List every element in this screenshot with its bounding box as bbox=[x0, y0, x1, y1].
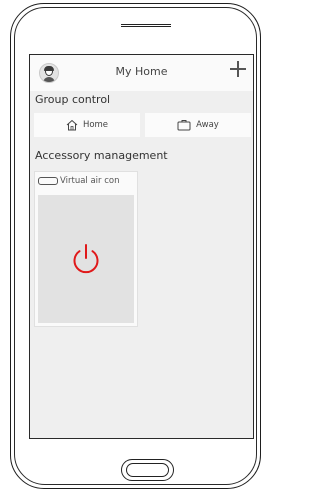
home-icon bbox=[66, 119, 78, 131]
app-screen: My Home Group control Home Away Accessor… bbox=[29, 54, 254, 439]
page-title: My Home bbox=[115, 65, 168, 78]
speaker-grille bbox=[121, 24, 171, 27]
device-card[interactable]: Virtual air con bbox=[34, 171, 138, 327]
hardware-home-button[interactable] bbox=[121, 459, 174, 481]
power-icon[interactable] bbox=[70, 242, 102, 276]
home-mode-button[interactable]: Home bbox=[34, 113, 140, 137]
group-control-label: Group control bbox=[35, 93, 111, 106]
device-control-area[interactable] bbox=[38, 195, 134, 323]
away-mode-button[interactable]: Away bbox=[145, 113, 251, 137]
top-bar: My Home bbox=[30, 55, 253, 91]
air-conditioner-icon bbox=[38, 177, 58, 185]
add-icon[interactable] bbox=[230, 61, 246, 77]
accessory-management-label: Accessory management bbox=[35, 149, 168, 162]
device-card-header: Virtual air con bbox=[38, 176, 120, 186]
device-name: Virtual air con bbox=[60, 176, 120, 186]
suitcase-icon bbox=[177, 120, 191, 131]
away-mode-label: Away bbox=[196, 120, 219, 130]
home-mode-label: Home bbox=[82, 120, 109, 130]
